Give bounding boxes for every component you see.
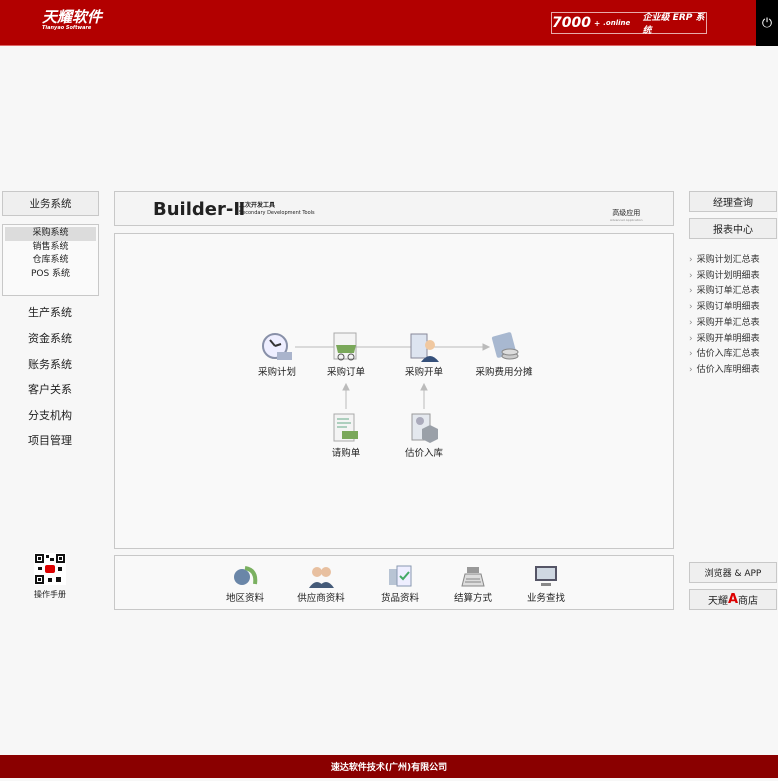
nav-funds[interactable]: 资金系统: [0, 330, 100, 346]
flow-node-purchase-bill[interactable]: 采购开单: [384, 332, 464, 378]
logo-text: 天耀软件: [42, 8, 103, 26]
builder-subtitle-cn: 二次开发工具: [239, 202, 276, 209]
store-button[interactable]: 天耀 A 商店: [689, 589, 777, 610]
flow-node-label: 估价入库: [404, 448, 443, 459]
business-system-button[interactable]: 业务系统: [2, 191, 99, 216]
company-name: 速达软件技术(广州)有限公司: [330, 763, 448, 773]
cash-register-icon: [461, 567, 485, 587]
store-mark: A: [727, 592, 739, 607]
product-badge: 7000 + .online 企业级 ERP 系统: [551, 12, 707, 36]
advanced-label: 高级应用: [612, 209, 641, 217]
builder-title: Builder-Ⅱ: [153, 199, 246, 220]
bottom-item-label: 货品资料: [380, 593, 419, 604]
clock-icon: [262, 333, 292, 360]
product-sup: +: [593, 18, 601, 28]
region-data-button[interactable]: 地区资料: [205, 564, 285, 604]
flow-node-purchase-order[interactable]: 采购订单: [306, 332, 386, 378]
builder-banner[interactable]: Builder-Ⅱ 二次开发工具 Secondary Development To…: [114, 191, 674, 226]
store-post: 商店: [738, 596, 759, 607]
calculator-coins-icon: [491, 332, 519, 360]
submenu-item-sales[interactable]: 销售系统: [5, 241, 96, 255]
flow-node-purchase-plan[interactable]: 采购计划: [237, 332, 317, 378]
checklist-icon: [389, 565, 412, 587]
flow-node-cost-allocation[interactable]: 采购费用分摊: [464, 332, 544, 378]
builder-subtitle: 二次开发工具 Secondary Development Tools: [239, 202, 315, 217]
globe-icon: [234, 566, 258, 585]
browser-app-button[interactable]: 浏览器 & APP: [689, 562, 777, 583]
report-link[interactable]: 估价入库汇总表: [689, 346, 760, 359]
requisition-form-icon: [333, 413, 358, 442]
flow-arrows: [295, 343, 491, 409]
cart-document-icon: [333, 332, 357, 361]
nav-crm[interactable]: 客户关系: [0, 381, 100, 397]
basic-data-bar: 地区资料 供应商资料 货品资料 结算方式 业务查找: [114, 555, 674, 610]
power-icon[interactable]: ⏻: [756, 0, 778, 46]
report-link[interactable]: 采购开单汇总表: [689, 315, 760, 328]
submenu: 采购系统 销售系统 仓库系统 POS 系统: [2, 224, 99, 296]
bottom-item-label: 结算方式: [453, 593, 492, 604]
product-suffix: .online: [603, 19, 631, 27]
product-label: 企业级 ERP 系统: [642, 13, 705, 36]
submenu-item-purchase[interactable]: 采购系统: [5, 227, 96, 241]
submenu-item-warehouse[interactable]: 仓库系统: [5, 254, 96, 268]
flow-node-label: 采购订单: [326, 367, 365, 378]
bottom-item-label: 业务查找: [526, 593, 565, 604]
report-link[interactable]: 采购开单明细表: [689, 331, 760, 344]
flow-node-label: 采购计划: [257, 367, 296, 378]
flow-node-requisition[interactable]: 请购单: [306, 413, 386, 459]
report-link[interactable]: 采购计划明细表: [689, 268, 760, 281]
purchase-flow-panel: 采购计划 采购订单 采购开单 采购费用分摊 请购单 估价入库: [114, 233, 674, 549]
settlement-method-button[interactable]: 结算方式: [433, 564, 513, 604]
report-link[interactable]: 采购订单汇总表: [689, 283, 760, 296]
advanced-app[interactable]: 高级应用 Advanced Application: [610, 208, 643, 222]
business-search-button[interactable]: 业务查找: [506, 564, 586, 604]
report-center-button[interactable]: 报表中心: [689, 218, 777, 239]
clerk-document-icon: [410, 333, 439, 362]
store-pre: 天耀: [707, 596, 728, 607]
bottom-item-label: 地区资料: [225, 593, 264, 604]
flow-node-label: 请购单: [331, 448, 361, 459]
flow-node-label: 采购开单: [404, 367, 443, 378]
goods-data-button[interactable]: 货品资料: [360, 564, 440, 604]
product-number: 7000: [552, 15, 591, 31]
flow-node-estimated-receipt[interactable]: 估价入库: [384, 413, 464, 459]
footer: 速达软件技术(广州)有限公司: [0, 755, 778, 778]
header: 天耀软件 Tianyao Software 7000 + .online 企业级 ER…: [0, 0, 778, 46]
submenu-item-pos[interactable]: POS 系统: [5, 268, 96, 282]
box-document-icon: [411, 413, 438, 443]
monitor-icon: [535, 566, 557, 586]
report-link[interactable]: 估价入库明细表: [689, 362, 760, 375]
builder-subtitle-en: Secondary Development Tools: [239, 210, 315, 216]
bottom-item-label: 供应商资料: [297, 593, 345, 604]
logo: 天耀软件 Tianyao Software: [42, 10, 102, 32]
nav-projects[interactable]: 项目管理: [0, 432, 100, 448]
manager-query-button[interactable]: 经理查询: [689, 191, 777, 212]
nav-accounting[interactable]: 账务系统: [0, 356, 100, 372]
qr-code-icon[interactable]: [34, 553, 66, 585]
report-link[interactable]: 采购订单明细表: [689, 299, 760, 312]
nav-production[interactable]: 生产系统: [0, 304, 100, 320]
advanced-sublabel: Advanced Application: [610, 218, 643, 222]
people-icon: [309, 567, 334, 588]
report-link[interactable]: 采购计划汇总表: [689, 252, 760, 265]
nav-branches[interactable]: 分支机构: [0, 407, 100, 423]
supplier-data-button[interactable]: 供应商资料: [281, 564, 361, 604]
flow-node-label: 采购费用分摊: [475, 367, 533, 378]
logo-subtext: Tianyao Software: [42, 25, 92, 31]
manual-label[interactable]: 操作手册: [20, 589, 80, 600]
